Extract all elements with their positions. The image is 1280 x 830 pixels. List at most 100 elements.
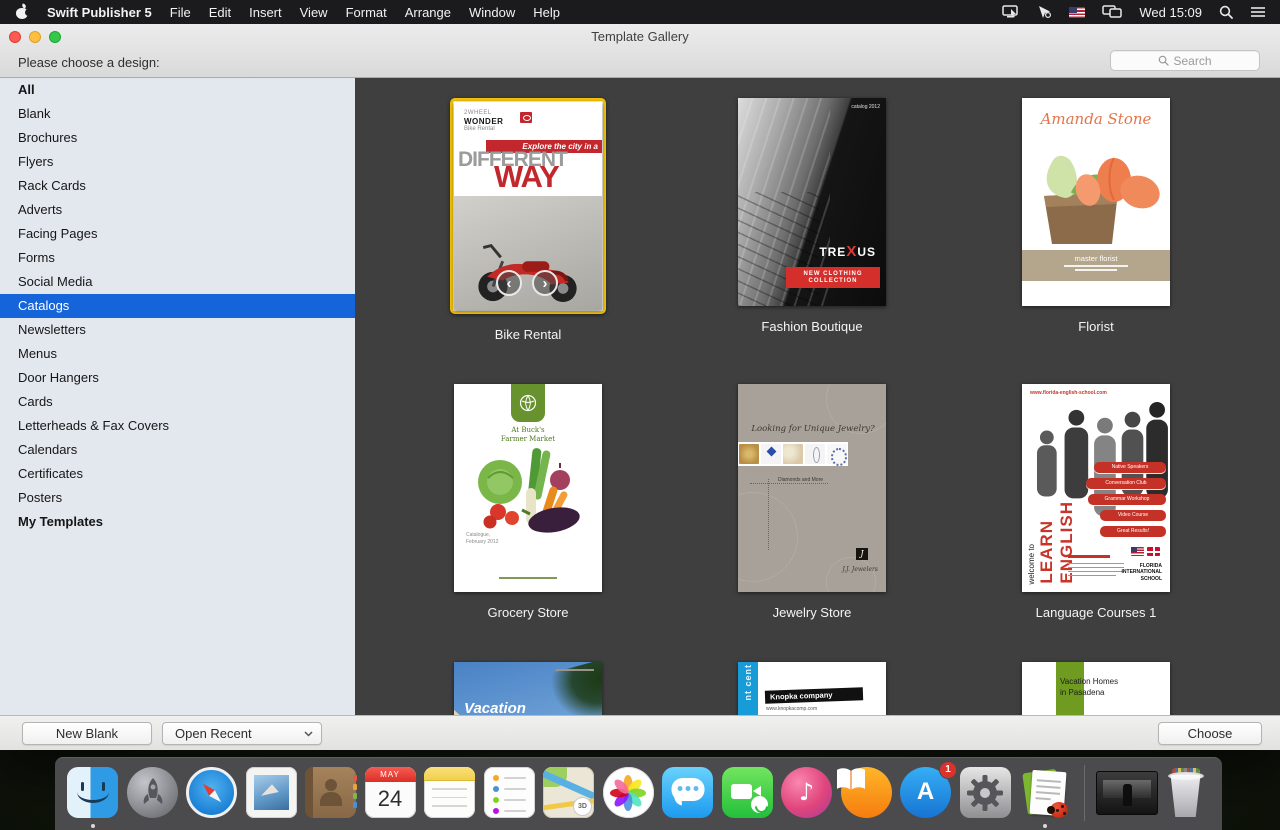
- sidebar-item-my-templates[interactable]: My Templates: [0, 510, 355, 534]
- grocery-url-line: [499, 577, 557, 579]
- menu-format[interactable]: Format: [346, 5, 387, 20]
- template-gallery-window: Template Gallery Please choose a design:…: [0, 24, 1280, 750]
- dock-ibooks-icon[interactable]: [839, 765, 894, 820]
- sidebar-item-catalogs[interactable]: Catalogs: [0, 294, 355, 318]
- dock-contacts-icon[interactable]: [303, 765, 358, 820]
- menu-help[interactable]: Help: [533, 5, 560, 20]
- jewelry-background: [738, 384, 886, 592]
- template-label: Jewelry Store: [773, 605, 852, 620]
- prev-page-arrow[interactable]: ‹: [496, 270, 522, 296]
- template-label: Florist: [1078, 319, 1113, 334]
- menu-arrange[interactable]: Arrange: [405, 5, 451, 20]
- dock-messages-icon[interactable]: [660, 765, 715, 820]
- dotted-rule: [750, 483, 828, 484]
- dock-swift-publisher-icon[interactable]: [1017, 765, 1072, 820]
- pill-conversation-club: Conversation Club: [1086, 478, 1166, 489]
- sidebar-item-newsletters[interactable]: Newsletters: [0, 318, 355, 342]
- template-thumb-language-courses[interactable]: www.florida-english-school.com welcome t…: [1022, 384, 1170, 592]
- sidebar-item-letterheads[interactable]: Letterheads & Fax Covers: [0, 414, 355, 438]
- pill-grammar-workshop: Grammar Workshop: [1088, 494, 1166, 505]
- search-icon: [1158, 55, 1169, 66]
- sidebar-item-adverts[interactable]: Adverts: [0, 198, 355, 222]
- uk-flag-icon: [1147, 547, 1160, 556]
- florist-band: master florist: [1022, 250, 1170, 281]
- template-thumb-jewelry-store[interactable]: Looking for Unique Jewelry? Diamonds and…: [738, 384, 886, 592]
- apple-menu-icon[interactable]: [16, 6, 29, 19]
- dotted-vertical-rule: [768, 479, 769, 550]
- sidebar-item-blank[interactable]: Blank: [0, 102, 355, 126]
- dock-photos-icon[interactable]: [601, 765, 656, 820]
- dock-mail-icon[interactable]: [244, 765, 299, 820]
- search-input[interactable]: Search: [1110, 50, 1260, 71]
- dock-system-preferences-icon[interactable]: [958, 765, 1013, 820]
- sidebar-item-posters[interactable]: Posters: [0, 486, 355, 510]
- menu-bar: Swift Publisher 5 File Edit Insert View …: [0, 0, 1280, 24]
- new-blank-button[interactable]: New Blank: [22, 722, 152, 745]
- menu-file[interactable]: File: [170, 5, 191, 20]
- grocery-note: Catalogue,February 2012: [466, 532, 499, 545]
- dock-maps-icon[interactable]: 3D: [541, 765, 596, 820]
- sidebar-item-calendars[interactable]: Calendars: [0, 438, 355, 462]
- template-thumb-knopka[interactable]: nt cent Knopka company www.knopkacomp.co…: [738, 662, 886, 715]
- template-thumb-fashion-boutique[interactable]: catalog 2012 TREXUS NEW CLOTHINGCOLLECTI…: [738, 98, 886, 306]
- appstore-badge: 1: [939, 761, 957, 779]
- sidebar-item-cards[interactable]: Cards: [0, 390, 355, 414]
- template-label: Bike Rental: [495, 327, 561, 342]
- choose-button[interactable]: Choose: [1158, 722, 1262, 745]
- dock-calendar-icon[interactable]: MAY24: [363, 765, 418, 820]
- dock-launchpad-icon[interactable]: [125, 765, 180, 820]
- template-bike-rental-selected[interactable]: 2WHEEL WONDER Bike Rental Explore the ci…: [450, 98, 606, 314]
- template-thumb-bike-rental[interactable]: 2WHEEL WONDER Bike Rental Explore the ci…: [454, 102, 602, 310]
- sidebar-item-flyers[interactable]: Flyers: [0, 150, 355, 174]
- trexus-logo: TREXUS: [819, 243, 876, 260]
- open-recent-dropdown[interactable]: Open Recent: [162, 722, 322, 745]
- collection-banner: NEW CLOTHINGCOLLECTION: [786, 267, 880, 288]
- grocery-heading: At Buck'sFarmer Market: [454, 426, 602, 444]
- dock-reminders-icon[interactable]: [482, 765, 537, 820]
- motorcycle-illustration: [460, 232, 596, 304]
- app-menu-title[interactable]: Swift Publisher 5: [47, 5, 152, 20]
- sidebar-item-forms[interactable]: Forms: [0, 246, 355, 270]
- sidebar-item-all[interactable]: All: [0, 78, 355, 102]
- template-thumb-florist[interactable]: Amanda Stone: [1022, 98, 1170, 306]
- search-placeholder: Search: [1173, 54, 1211, 68]
- blue-vertical-stripe: nt cent: [738, 662, 758, 715]
- sidebar-item-certificates[interactable]: Certificates: [0, 462, 355, 486]
- sidebar-item-rack-cards[interactable]: Rack Cards: [0, 174, 355, 198]
- template-thumb-vacation-homes[interactable]: Vacation Homesin Pasadena: [1022, 662, 1170, 715]
- screen-sharing-icon[interactable]: [1002, 5, 1020, 19]
- sidebar-item-door-hangers[interactable]: Door Hangers: [0, 366, 355, 390]
- dock-minimized-window-thumb[interactable]: [1096, 771, 1158, 815]
- window-title: Template Gallery: [0, 28, 1280, 46]
- language-url: www.florida-english-school.com: [1030, 390, 1107, 396]
- input-source-flag-icon[interactable]: [1069, 7, 1085, 18]
- bike-photo: ‹ ›: [454, 196, 602, 310]
- vegetables-illustration: [468, 448, 588, 534]
- sidebar-item-social-media[interactable]: Social Media: [0, 270, 355, 294]
- template-thumb-grocery-store[interactable]: At Buck'sFarmer Market: [454, 384, 602, 592]
- spotlight-icon[interactable]: [1219, 5, 1233, 19]
- sidebar-item-brochures[interactable]: Brochures: [0, 126, 355, 150]
- menu-view[interactable]: View: [300, 5, 328, 20]
- sidebar-item-facing-pages[interactable]: Facing Pages: [0, 222, 355, 246]
- dock-itunes-icon[interactable]: ♪: [779, 765, 834, 820]
- dock-finder-icon[interactable]: [65, 765, 120, 820]
- dock: MAY24 3D: [55, 757, 1222, 830]
- menu-clock[interactable]: Wed 15:09: [1139, 5, 1202, 20]
- us-flag-icon: [1131, 547, 1144, 556]
- menu-insert[interactable]: Insert: [249, 5, 282, 20]
- dock-notes-icon[interactable]: [422, 765, 477, 820]
- dock-facetime-icon[interactable]: [720, 765, 775, 820]
- pointer-icon[interactable]: [1037, 5, 1052, 19]
- template-thumb-vacation[interactable]: Vacation: [454, 662, 602, 715]
- menu-edit[interactable]: Edit: [209, 5, 231, 20]
- sidebar-item-menus[interactable]: Menus: [0, 342, 355, 366]
- next-page-arrow[interactable]: ›: [532, 270, 558, 296]
- artichoke-badge: [511, 384, 545, 422]
- dock-appstore-icon[interactable]: A 1: [898, 765, 953, 820]
- displays-icon[interactable]: [1102, 5, 1122, 19]
- notification-center-icon[interactable]: [1250, 6, 1266, 18]
- dock-safari-icon[interactable]: [184, 765, 239, 820]
- dock-trash-icon[interactable]: [1163, 765, 1209, 820]
- menu-window[interactable]: Window: [469, 5, 515, 20]
